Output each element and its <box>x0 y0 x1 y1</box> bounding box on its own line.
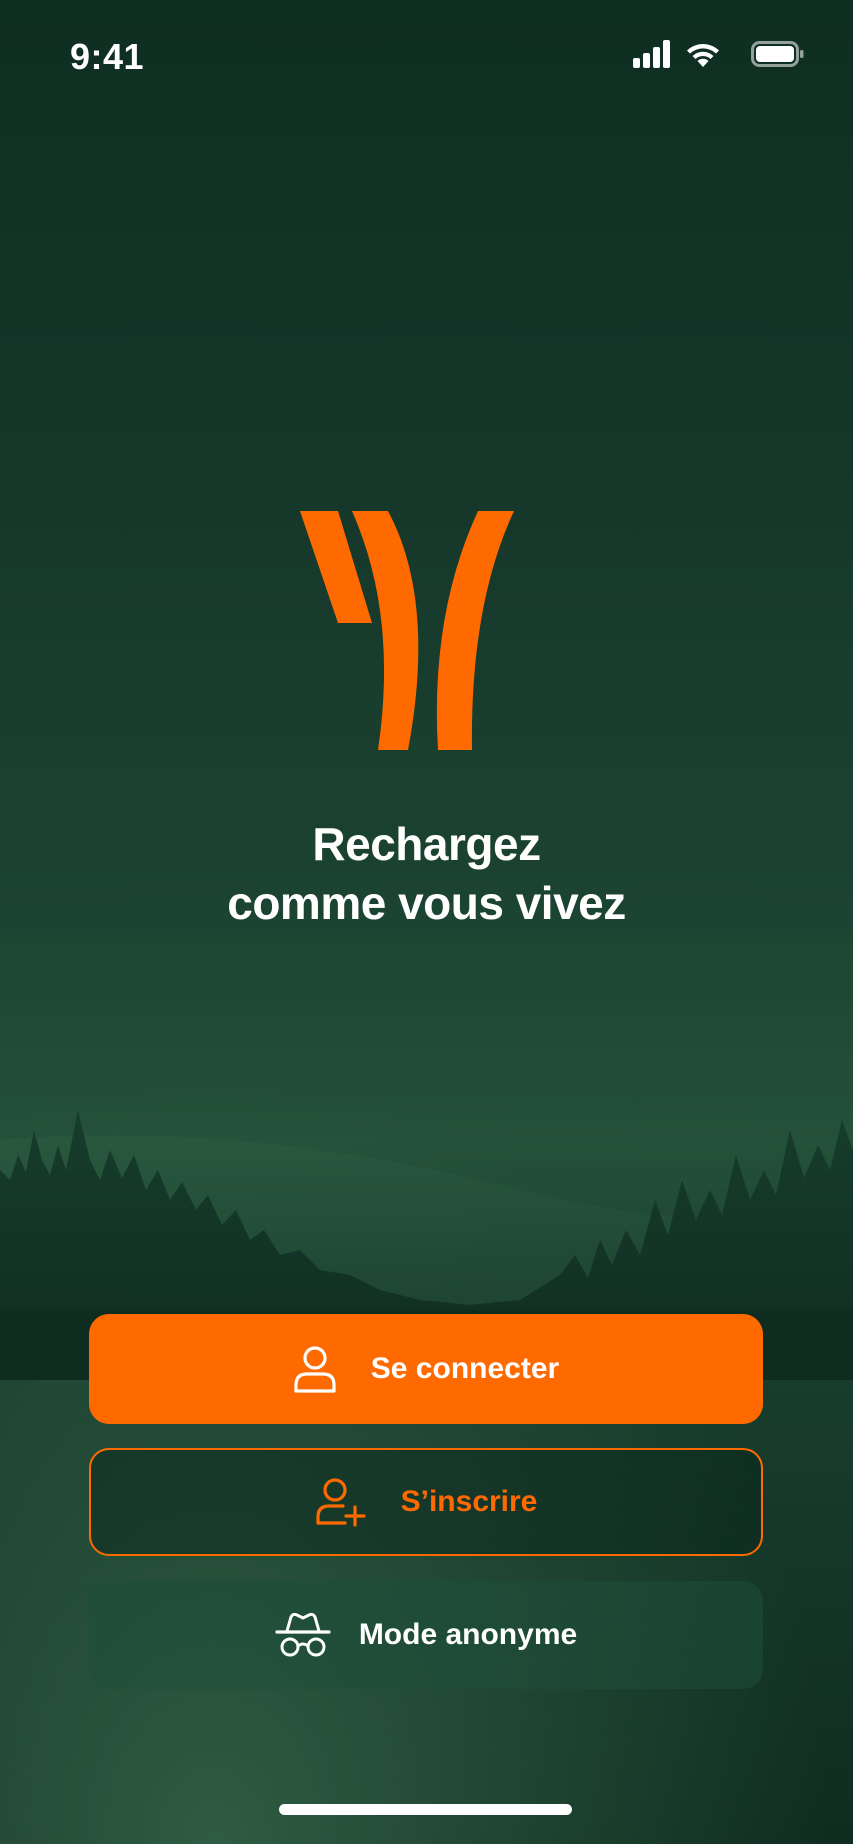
anonymous-mode-button-label: Mode anonyme <box>358 1618 578 1651</box>
login-button[interactable]: Se connecter <box>89 1314 763 1424</box>
cellular-signal-icon <box>633 40 670 68</box>
brand-logo <box>300 511 514 750</box>
status-icons <box>633 40 813 72</box>
user-icon <box>293 1345 337 1393</box>
tagline-line-1: Rechargez <box>312 818 541 870</box>
status-time: 9:41 <box>70 36 145 77</box>
welcome-screen: 9:41 Rechargez comme vous vivez Se conne… <box>0 0 853 1844</box>
battery-icon <box>751 41 804 67</box>
login-button-label: Se connecter <box>370 1352 560 1385</box>
home-indicator[interactable] <box>279 1804 572 1815</box>
anonymous-mode-button[interactable]: Mode anonyme <box>89 1581 763 1689</box>
tagline-line-2: comme vous vivez <box>227 877 626 929</box>
incognito-icon <box>275 1611 331 1659</box>
status-bar: 9:41 <box>0 0 853 110</box>
user-plus-icon <box>315 1477 367 1527</box>
signup-button-label: S’inscrire <box>400 1485 538 1518</box>
signup-button[interactable]: S’inscrire <box>89 1448 763 1556</box>
wifi-icon <box>687 44 719 67</box>
